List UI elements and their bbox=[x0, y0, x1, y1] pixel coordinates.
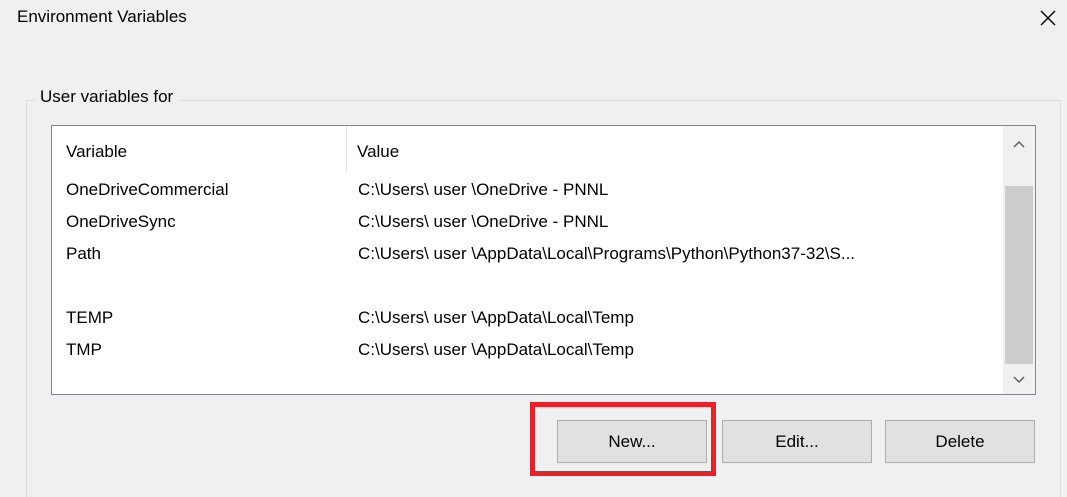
variable-name: Path bbox=[66, 244, 101, 263]
table-row[interactable]: TEMP C:\Users\ user \AppData\Local\Temp bbox=[52, 302, 1004, 334]
variable-value: C:\Users\ user \AppData\Local\Temp bbox=[358, 340, 634, 359]
list-header: Variable Value bbox=[52, 126, 1004, 174]
vertical-scrollbar[interactable] bbox=[1003, 126, 1035, 394]
variable-value: C:\Users\ user \OneDrive - PNNL bbox=[358, 212, 609, 231]
user-variables-list[interactable]: Variable Value OneDriveCommercial C:\Use… bbox=[51, 125, 1036, 395]
chevron-down-icon bbox=[1013, 376, 1025, 384]
table-row[interactable]: OneDriveSync C:\Users\ user \OneDrive - … bbox=[52, 206, 1004, 238]
table-row[interactable]: OneDriveCommercial C:\Users\ user \OneDr… bbox=[52, 174, 1004, 206]
column-divider[interactable] bbox=[346, 126, 347, 174]
table-row[interactable]: TMP C:\Users\ user \AppData\Local\Temp bbox=[52, 334, 1004, 366]
user-variables-label: User variables for bbox=[34, 87, 181, 107]
column-header-variable[interactable]: Variable bbox=[66, 142, 127, 162]
delete-button[interactable]: Delete bbox=[885, 420, 1035, 463]
scroll-thumb[interactable] bbox=[1005, 186, 1033, 364]
dialog-title: Environment Variables bbox=[17, 7, 187, 26]
variable-value: C:\Users\ user \AppData\Local\Programs\P… bbox=[358, 244, 856, 263]
edit-button[interactable]: Edit... bbox=[722, 420, 872, 463]
scroll-down-button[interactable] bbox=[1003, 364, 1035, 394]
new-button[interactable]: New... bbox=[557, 420, 707, 463]
variable-value: C:\Users\ user \OneDrive - PNNL bbox=[358, 180, 609, 199]
close-icon bbox=[1040, 10, 1055, 26]
chevron-up-icon bbox=[1013, 140, 1025, 148]
table-row[interactable] bbox=[52, 270, 1004, 302]
variable-name: OneDriveCommercial bbox=[66, 180, 229, 199]
variable-name: TMP bbox=[66, 340, 102, 359]
column-header-value[interactable]: Value bbox=[357, 142, 399, 162]
variable-name: OneDriveSync bbox=[66, 212, 176, 231]
variable-name: TEMP bbox=[66, 308, 114, 327]
variable-value: C:\Users\ user \AppData\Local\Temp bbox=[358, 308, 634, 327]
table-row[interactable]: Path C:\Users\ user \AppData\Local\Progr… bbox=[52, 238, 1004, 270]
scroll-up-button[interactable] bbox=[1003, 128, 1035, 160]
close-button[interactable] bbox=[1028, 0, 1067, 36]
environment-variables-dialog: Environment Variables User variables for… bbox=[0, 0, 1067, 497]
